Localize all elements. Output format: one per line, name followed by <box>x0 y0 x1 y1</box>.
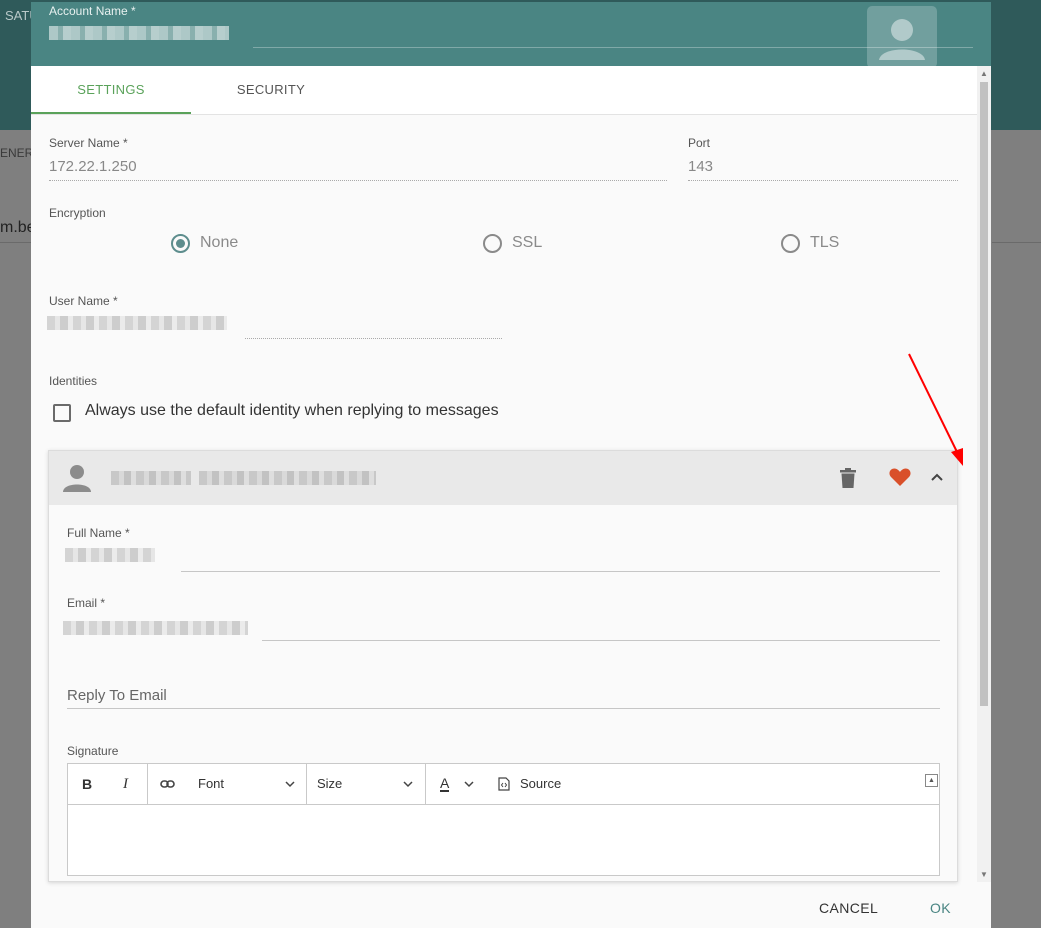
italic-button[interactable]: I <box>123 776 128 793</box>
annotation-arrow-icon <box>908 353 963 466</box>
default-identity-checkbox-label[interactable]: Always use the default identity when rep… <box>85 402 499 420</box>
size-dropdown[interactable]: Size <box>317 776 342 791</box>
cancel-button[interactable]: CANCEL <box>819 900 878 916</box>
account-avatar[interactable] <box>867 6 937 68</box>
full-name-label: Full Name * <box>67 526 130 540</box>
identity-name-redacted <box>111 471 191 485</box>
scroll-down-arrow-icon[interactable]: ▼ <box>980 871 988 879</box>
encryption-none-label[interactable]: None <box>200 234 238 252</box>
scrollbar[interactable]: ▲ ▼ <box>977 66 991 882</box>
background-divider <box>0 242 31 243</box>
toolbar-separator <box>425 764 426 804</box>
background-divider-right <box>992 242 1041 243</box>
encryption-tls-radio[interactable] <box>781 234 800 253</box>
user-name-label: User Name * <box>49 294 118 308</box>
default-identity-checkbox[interactable] <box>53 404 71 422</box>
email-label: Email * <box>67 596 106 610</box>
editor-toolbar: B I Font Size A Source ▲ <box>68 764 939 805</box>
avatar-icon <box>879 19 925 60</box>
chevron-up-icon[interactable] <box>930 470 944 484</box>
encryption-tls-label[interactable]: TLS <box>810 234 839 252</box>
port-label: Port <box>688 136 711 150</box>
font-dropdown[interactable]: Font <box>198 776 224 791</box>
ok-button[interactable]: OK <box>930 900 951 916</box>
identity-card-header[interactable] <box>49 451 957 505</box>
port-underline <box>688 180 958 181</box>
trash-icon[interactable] <box>840 468 856 488</box>
person-icon <box>63 465 91 492</box>
bold-button[interactable]: B <box>82 776 92 792</box>
identity-email-redacted <box>199 471 376 485</box>
source-button[interactable]: Source <box>520 776 561 791</box>
toolbar-separator <box>147 764 148 804</box>
source-icon[interactable] <box>498 777 510 791</box>
toolbar-separator <box>306 764 307 804</box>
reply-to-underline <box>67 708 940 709</box>
email-underline <box>262 640 940 641</box>
server-name-underline <box>49 180 667 181</box>
full-name-underline <box>181 571 940 572</box>
server-name-input[interactable]: 172.22.1.250 <box>49 158 137 175</box>
server-name-label: Server Name * <box>49 136 128 150</box>
tab-bar: SETTINGS SECURITY <box>31 66 977 115</box>
link-icon[interactable] <box>160 778 175 790</box>
scroll-thumb[interactable] <box>980 82 988 706</box>
email-value-redacted[interactable] <box>63 621 248 635</box>
account-dialog: Account Name * SETTINGS SECURITY ▲ ▼ Ser… <box>31 2 991 928</box>
full-name-value-redacted[interactable] <box>65 548 155 562</box>
dialog-header: Account Name * <box>31 2 991 68</box>
size-chevron-down-icon[interactable] <box>402 778 414 790</box>
account-name-underline <box>253 47 973 48</box>
encryption-none-radio[interactable] <box>171 234 190 253</box>
account-name-value-redacted[interactable] <box>49 26 229 40</box>
account-name-label: Account Name * <box>49 4 136 18</box>
encryption-ssl-label[interactable]: SSL <box>512 234 542 252</box>
signature-editor: B I Font Size A Source ▲ <box>67 763 940 876</box>
toolbar-collapse-icon[interactable]: ▲ <box>925 774 938 787</box>
port-input[interactable]: 143 <box>688 158 713 175</box>
user-name-value-redacted[interactable] <box>47 316 227 330</box>
identity-card: Full Name * Email * Reply To Email Signa… <box>48 450 958 882</box>
encryption-label: Encryption <box>49 206 106 220</box>
text-color-chevron-down-icon[interactable] <box>463 778 475 790</box>
identities-label: Identities <box>49 374 98 388</box>
encryption-ssl-radio[interactable] <box>483 234 502 253</box>
text-color-button[interactable]: A <box>440 776 450 792</box>
signature-label: Signature <box>67 744 119 758</box>
tab-settings[interactable]: SETTINGS <box>31 66 191 114</box>
font-chevron-down-icon[interactable] <box>284 778 296 790</box>
tab-security[interactable]: SECURITY <box>191 66 351 114</box>
scroll-up-arrow-icon[interactable]: ▲ <box>980 70 988 78</box>
user-name-underline <box>245 338 502 339</box>
reply-to-email-input[interactable]: Reply To Email <box>67 687 167 704</box>
